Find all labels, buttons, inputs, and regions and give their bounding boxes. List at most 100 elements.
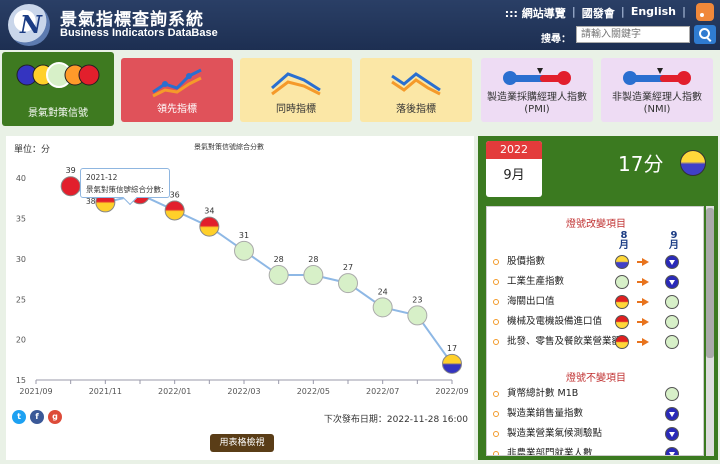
x-tick-label: 2022/07 [366, 387, 399, 396]
yellow-blue-light-icon [615, 255, 629, 269]
nmi-gauge-icon [623, 68, 691, 85]
x-tick-label: 2022/09 [435, 387, 468, 396]
tab-signal[interactable]: 景氣對策信號 [2, 52, 114, 126]
bullet-icon [493, 451, 499, 455]
data-label: 36 [170, 190, 180, 199]
data-point [338, 273, 358, 294]
googleplus-icon[interactable]: g [48, 410, 62, 424]
arrow-right-icon [637, 278, 649, 286]
data-point [60, 176, 81, 197]
green-light-icon [615, 275, 629, 289]
data-label: 24 [378, 287, 388, 296]
bullet-icon [493, 279, 499, 285]
data-label: 34 [204, 207, 214, 216]
indicator-name: 貨幣總計數 M1B [507, 388, 579, 399]
tab-lagging[interactable]: 落後指標 [360, 58, 472, 122]
data-label: 39 [66, 166, 76, 175]
data-point [234, 240, 254, 261]
tab-nmi[interactable]: 非製造業經理人指數(NMI) [601, 58, 713, 122]
bullet-icon [493, 391, 499, 397]
bullet-icon [493, 339, 499, 345]
chart-panel: 單位：分 景氣對策信號綜合分數 15 20 25 30 35 40 2021/09 2021/… [6, 136, 474, 460]
x-tick-label: 2022/05 [297, 387, 330, 396]
bullet-icon [493, 299, 499, 305]
y-tick-label: 35 [16, 215, 26, 224]
indicator-name: 機械及電機設備進口值 [507, 316, 603, 327]
separator: | [571, 5, 576, 18]
tab-label: 領先指標 [157, 104, 197, 115]
list-scrollbar[interactable] [706, 206, 714, 456]
signal-score: 17分 [618, 152, 664, 176]
green-light-icon [665, 387, 679, 401]
bullet-icon [493, 431, 499, 437]
top-links: ::: 網站導覽 | 國發會 | English | [505, 5, 686, 21]
arrow-right-icon [637, 318, 649, 326]
indicator-name: 製造業營業氣候測驗點 [507, 428, 603, 439]
indicator-name: 工業生產指數 [507, 276, 565, 287]
site-subtitle: Business Indicators DataBase [60, 27, 218, 39]
col-prev-month: 8月 [619, 230, 629, 251]
indicator-name: 批發、零售及餐飲業營業額 [507, 336, 622, 347]
indicator-name: 非農業部門就業人數 [507, 448, 593, 456]
tab-coincident[interactable]: 同時指標 [240, 58, 352, 122]
indicator-tabs: 景氣對策信號 領先指標 同時指標 落後指標 製造業採購經理人指數(PMI) 非製… [0, 52, 720, 130]
changed-title: 燈號改變項目 [566, 219, 626, 230]
tab-pmi[interactable]: 製造業採購經理人指數(PMI) [481, 58, 593, 122]
yellow-blue-light-icon [680, 150, 706, 176]
data-point [372, 297, 393, 318]
table-view-button[interactable]: 用表格檢視 [210, 434, 274, 452]
lagging-chart-icon [391, 72, 441, 96]
col-curr-month: 9月 [669, 230, 679, 251]
tab-label: 製造業採購經理人指數(PMI) [487, 92, 587, 115]
bullet-icon [493, 411, 499, 417]
data-label: 23 [412, 295, 422, 304]
data-label: 17 [447, 344, 457, 353]
calendar-icon: 2022 9月 [486, 141, 542, 197]
data-label: 27 [343, 263, 353, 272]
bullet-icon [493, 319, 499, 325]
yellow-red-light-icon [615, 295, 629, 309]
blue-light-icon [665, 447, 679, 455]
search-input[interactable] [576, 26, 690, 43]
indicator-name: 海關出口值 [507, 296, 555, 307]
separator: | [681, 5, 686, 18]
green-light-icon [665, 315, 679, 329]
signal-change-list: 燈號改變項目 8月 9月 燈號不變項目 股價指數工業生產指數 海關出口值機械及電機… [486, 206, 704, 456]
indicator-name: 股價指數 [507, 256, 546, 267]
tab-label: 景氣對策信號 [28, 108, 88, 119]
tab-leading[interactable]: 領先指標 [121, 58, 233, 122]
scroll-thumb[interactable] [706, 208, 714, 358]
blue-light-icon [665, 275, 679, 289]
rss-icon[interactable] [696, 3, 714, 21]
english-link[interactable]: English [631, 5, 676, 21]
unchanged-title: 燈號不變項目 [566, 373, 626, 384]
data-point [442, 353, 462, 374]
yellow-red-light-icon [615, 315, 629, 329]
search-button[interactable] [694, 25, 716, 44]
twitter-icon[interactable]: t [12, 410, 26, 424]
tooltip-date: 2021-12 [86, 173, 118, 182]
logo[interactable]: N [8, 4, 50, 46]
calendar-month: 9月 [503, 168, 525, 183]
green-light-icon [665, 335, 679, 349]
separator: | [620, 5, 625, 18]
data-point [407, 305, 428, 326]
score-chart[interactable]: 15 20 25 30 35 40 2021/09 2021/11 2022/01 2022/03… [6, 136, 474, 406]
tab-label: 同時指標 [276, 104, 316, 115]
y-tick-label: 20 [16, 336, 26, 345]
x-tick-label: 2022/03 [227, 387, 260, 396]
x-tick-label: 2021/11 [89, 387, 122, 396]
x-tick-label: 2021/09 [19, 387, 52, 396]
sitemap-link[interactable]: ::: 網站導覽 [505, 5, 566, 21]
tab-label: 非製造業經理人指數(NMI) [612, 92, 702, 115]
y-tick-label: 25 [16, 295, 26, 304]
y-tick-label: 30 [16, 255, 26, 264]
y-tick-label: 40 [16, 174, 26, 183]
coincident-chart-icon [271, 72, 321, 96]
facebook-icon[interactable]: f [30, 410, 44, 424]
chart-tooltip: 2021-12 景氣對策信號綜合分數: 38 [80, 168, 170, 206]
signal-lights-icon [16, 62, 100, 88]
y-tick-label: 15 [16, 376, 26, 385]
ndc-link[interactable]: 國發會 [582, 5, 615, 21]
signal-panel: 2022 9月 17分 燈號改變項目 8月 9月 燈號不變項目 股價指數工業生產… [478, 136, 718, 460]
